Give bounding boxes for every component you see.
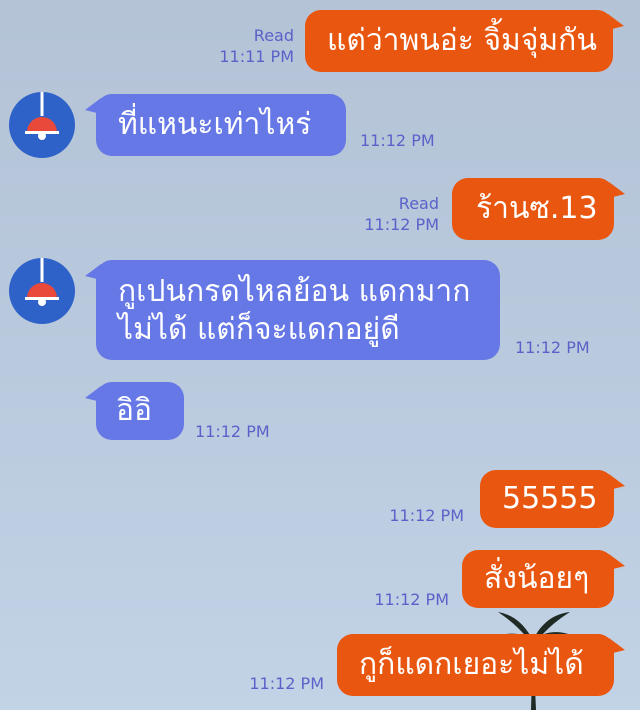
message-text: สั่งน้อยๆ (484, 561, 590, 596)
read-receipt: Read (253, 26, 294, 45)
timestamp: 11:12 PM (249, 674, 324, 693)
timestamp: 11:12 PM (195, 422, 270, 441)
timestamp: 11:12 PM (374, 590, 449, 609)
contact-avatar[interactable] (9, 92, 75, 158)
message-text: แต่ว่าพนอ่ะ จิ้มจุ่มกัน (327, 23, 597, 58)
timestamp: 11:12 PM (364, 215, 439, 234)
message-meta-3: Read 11:12 PM (355, 193, 439, 235)
message-meta-1: Read 11:11 PM (210, 25, 294, 67)
incoming-bubble[interactable]: ที่แหนะเท่าไหร่ (85, 94, 346, 156)
message-text: ร้านซ.13 (476, 191, 598, 226)
message-text-line-2: ไม่ได้ แต่ก็จะแดกอยู่ดี (118, 312, 400, 347)
pendant-lamp-icon (25, 258, 59, 306)
message-text: กูก็แดกเยอะไม่ได้ (359, 647, 584, 682)
message-text: 55555 (502, 481, 598, 516)
timestamp: 11:12 PM (360, 131, 435, 150)
outgoing-bubble[interactable]: ร้านซ.13 (452, 178, 625, 240)
read-receipt: Read (398, 194, 439, 213)
incoming-bubble[interactable]: อิอิ (85, 382, 184, 440)
message-text: ที่แหนะเท่าไหร่ (118, 107, 312, 142)
message-text-line-1: กูเปนกรดไหลย้อน แดกมาก (118, 274, 471, 309)
outgoing-bubble[interactable]: สั่งน้อยๆ (462, 550, 625, 608)
pendant-lamp-icon (25, 92, 59, 140)
outgoing-bubble[interactable]: 55555 (480, 470, 625, 528)
timestamp: 11:11 PM (219, 47, 294, 66)
contact-avatar[interactable] (9, 258, 75, 324)
incoming-bubble[interactable]: กูเปนกรดไหลย้อน แดกมาก ไม่ได้ แต่ก็จะแดก… (85, 260, 500, 360)
timestamp: 11:12 PM (389, 506, 464, 525)
timestamp: 11:12 PM (515, 338, 590, 357)
message-text: อิอิ (116, 393, 153, 428)
outgoing-bubble[interactable]: แต่ว่าพนอ่ะ จิ้มจุ่มกัน (305, 10, 624, 72)
outgoing-bubble[interactable]: กูก็แดกเยอะไม่ได้ (337, 634, 625, 696)
